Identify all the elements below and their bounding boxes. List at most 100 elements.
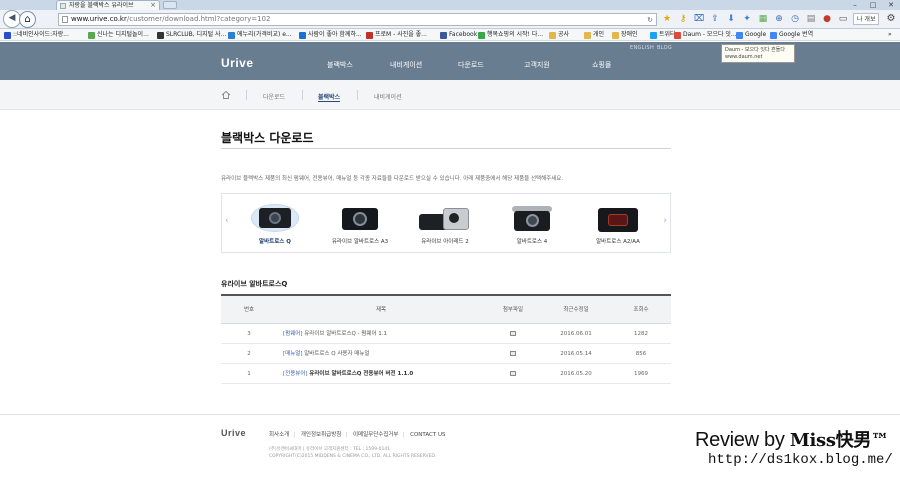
- nav-shop[interactable]: 쇼핑몰: [592, 60, 611, 70]
- sub-navigation-bar: [0, 80, 900, 110]
- attachment-cell[interactable]: [493, 364, 533, 384]
- print-icon[interactable]: ▭: [837, 13, 849, 25]
- footer-links: 회사소개 | 개인정보취급방침 | 이메일무단수집거부 | CONTACT US: [269, 432, 446, 438]
- twitter-icon[interactable]: ✦: [741, 13, 753, 25]
- product-albatross-4[interactable]: 알바트로스 4: [492, 202, 572, 252]
- table-row[interactable]: 1 [전용뷰어] 유라이브 알바트로스Q 전용뷰어 버전 1.1.0 2016.…: [221, 364, 671, 384]
- table-row[interactable]: 3 [펌웨어] 유라이브 알바트로스Q - 펌웨어 1.1 2016.06.01…: [221, 324, 671, 344]
- bookmark-item[interactable]: 에누리(가격비교) e...: [228, 29, 292, 40]
- attachment-cell[interactable]: [493, 344, 533, 364]
- maximize-button[interactable]: □: [864, 0, 882, 10]
- news-icon[interactable]: ▦: [757, 13, 769, 25]
- product-name: 알바트로스 Q: [259, 239, 291, 245]
- table-row[interactable]: 2 [매뉴얼] 알바트로스 Q 사용자 매뉴얼 2016.05.14 856: [221, 344, 671, 364]
- bookmarks-bar: ::네비인사이드:자랑... 신나는 디지털놀이... SLRCLUB, 디지털 사…: [0, 29, 900, 41]
- footer-link-email-policy[interactable]: 이메일무단수집거부: [353, 432, 399, 438]
- new-tab-button[interactable]: [163, 1, 177, 9]
- reload-icon[interactable]: ↻: [647, 15, 653, 25]
- download-icon[interactable]: ⬇: [725, 13, 737, 25]
- attachment-cell[interactable]: [493, 324, 533, 344]
- bookmark-favicon-icon: [650, 31, 657, 39]
- zoom-icon[interactable]: ⊕: [773, 13, 785, 25]
- page-icon: [62, 16, 68, 23]
- home-button[interactable]: ⌂: [19, 11, 36, 28]
- settings-gear-icon[interactable]: ⚙: [885, 13, 897, 25]
- bookmark-label: 장애인: [621, 31, 638, 38]
- watermark-author: Miss快男™: [789, 430, 889, 451]
- browser-tab-strip: 자랑을 블랙박스 유라이브 × – □ ✕: [0, 0, 900, 10]
- bookmark-favicon-icon: [584, 31, 591, 39]
- bookmark-item[interactable]: 장애인: [612, 29, 638, 40]
- address-bar[interactable]: www.urive.co.kr/customer/download.html?c…: [58, 13, 657, 26]
- bookmark-item[interactable]: Google 번역: [770, 29, 813, 40]
- tab-close-icon[interactable]: ×: [150, 1, 156, 10]
- bookmark-item[interactable]: Daum - 모으다 잇...: [674, 29, 737, 40]
- product-albatross-q[interactable]: 알바트로스 Q: [235, 202, 315, 252]
- row-title-text[interactable]: 알바트로스 Q 사용자 매뉴얼: [304, 351, 369, 357]
- calendar-icon[interactable]: ▤: [805, 13, 817, 25]
- row-category: [전용뷰어]: [283, 371, 308, 377]
- bookmarks-more-icon[interactable]: »: [888, 29, 892, 40]
- clock-icon[interactable]: ◷: [789, 13, 801, 25]
- util-blog-link[interactable]: BLOG: [657, 45, 672, 51]
- home-icon[interactable]: [221, 90, 231, 100]
- carousel-next-icon[interactable]: ›: [663, 216, 667, 226]
- close-window-button[interactable]: ✕: [882, 0, 900, 10]
- bookmark-tooltip: Daum - 모으다 잇다 흔들다 www.daum.net: [721, 44, 795, 63]
- bookmark-item[interactable]: Google: [736, 29, 766, 40]
- row-title-text[interactable]: 유라이브 알바트로스Q - 펌웨어 1.1: [304, 331, 387, 337]
- footer-link-contact[interactable]: CONTACT US: [410, 432, 445, 438]
- attachment-file-icon[interactable]: [510, 371, 516, 376]
- browser-tab[interactable]: 자랑을 블랙박스 유라이브 ×: [56, 0, 160, 10]
- profile-button[interactable]: 나 개보: [853, 13, 880, 25]
- product-ired-2[interactable]: 유라이브 아이레드 2: [405, 202, 485, 252]
- share-icon[interactable]: ⇪: [709, 13, 721, 25]
- bookmark-item[interactable]: 신나는 디지털놀이...: [88, 29, 149, 40]
- crumb-blackbox[interactable]: 블랙박스: [318, 92, 341, 102]
- product-albatross-a2aa[interactable]: 알바트로스 A2/AA: [578, 202, 658, 252]
- attachment-file-icon[interactable]: [510, 331, 516, 336]
- bookmark-item[interactable]: ::네비인사이드:자랑...: [4, 29, 69, 40]
- header-title: 제목: [375, 307, 387, 313]
- row-title[interactable]: [펌웨어] 유라이브 알바트로스Q - 펌웨어 1.1: [283, 324, 513, 344]
- nav-support[interactable]: 고객지원: [524, 60, 550, 70]
- minimize-button[interactable]: –: [846, 0, 864, 10]
- carousel-prev-icon[interactable]: ‹: [225, 216, 229, 226]
- row-date: 2016.06.01: [560, 331, 592, 337]
- bookmark-item[interactable]: 행복쇼핑의 시작! 다...: [478, 29, 543, 40]
- key-icon[interactable]: ⚷: [677, 13, 689, 25]
- page-favicon-icon: [60, 3, 66, 9]
- crumb-download[interactable]: 다운로드: [263, 92, 285, 101]
- review-watermark: Review by Miss快男™ http://ds1kox.blog.me/: [695, 426, 895, 468]
- util-english-link[interactable]: ENGLISH: [630, 45, 654, 51]
- footer-link-about[interactable]: 회사소개: [269, 432, 289, 438]
- bookmark-item[interactable]: 개인: [584, 29, 604, 40]
- crumb-divider: [357, 90, 358, 100]
- bookmark-favicon-icon: [440, 31, 447, 39]
- stop-icon[interactable]: ●: [821, 13, 833, 25]
- product-albatross-a3[interactable]: 유라이브 알바트로스 A3: [320, 202, 400, 252]
- bookmark-item[interactable]: SLRCLUB, 디지털 사...: [157, 29, 226, 40]
- nav-download[interactable]: 다운로드: [458, 60, 484, 70]
- watermark-review-text: Review by: [695, 429, 790, 451]
- page-title: 블랙박스 다운로드: [221, 131, 314, 145]
- row-title-text[interactable]: 유라이브 알바트로스Q 전용뷰어 버전 1.1.0: [309, 371, 413, 377]
- footer-link-privacy[interactable]: 개인정보취급방침: [301, 432, 341, 438]
- row-title[interactable]: [매뉴얼] 알바트로스 Q 사용자 매뉴얼: [283, 344, 513, 364]
- row-title[interactable]: [전용뷰어] 유라이브 알바트로스Q 전용뷰어 버전 1.1.0: [283, 364, 513, 384]
- bookmark-star-icon[interactable]: ★: [661, 13, 673, 25]
- nav-navigation[interactable]: 내비게이션: [390, 60, 422, 70]
- bookmark-item[interactable]: 트위터: [650, 29, 676, 40]
- crumb-navigation[interactable]: 내비게이션: [374, 92, 402, 101]
- bookmark-item[interactable]: 공사: [549, 29, 569, 40]
- bookmark-item[interactable]: 사람이 좋아 함께하...: [299, 29, 362, 40]
- attachment-file-icon[interactable]: [510, 351, 516, 356]
- footer-logo: Urive: [221, 428, 247, 438]
- bookmark-favicon-icon: [549, 31, 556, 39]
- bookmark-favicon-icon: [478, 31, 485, 39]
- translate-icon[interactable]: ⌧: [693, 13, 705, 25]
- bookmark-item[interactable]: 프로M - 사진을 좋...: [366, 29, 427, 40]
- bookmark-item[interactable]: Facebook: [440, 29, 477, 40]
- nav-blackbox[interactable]: 블랙박스: [327, 60, 353, 70]
- bookmark-favicon-icon: [366, 31, 373, 39]
